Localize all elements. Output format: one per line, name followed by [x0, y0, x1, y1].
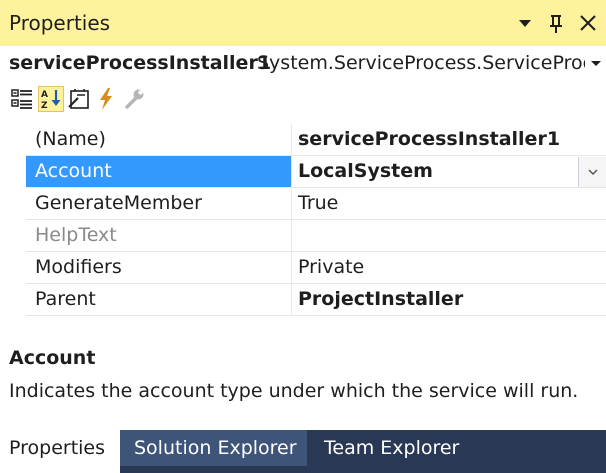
tool-window-tabs: Properties Solution Explorer Team Explor… — [0, 430, 606, 473]
alphabetical-icon: A Z — [41, 90, 61, 111]
object-name: serviceProcessInstaller1 — [9, 52, 272, 74]
window-title: Properties — [9, 11, 111, 35]
tab-properties[interactable]: Properties — [0, 430, 120, 466]
property-value: LocalSystem — [298, 160, 433, 182]
description-text: Indicates the account type under which t… — [9, 380, 579, 402]
property-row-generatemember[interactable]: GenerateMember True — [26, 188, 606, 220]
close-icon — [580, 15, 596, 31]
tab-team-explorer[interactable]: Team Explorer — [318, 430, 465, 466]
categorized-button[interactable] — [9, 86, 35, 112]
property-value[interactable] — [291, 220, 606, 252]
lightning-icon — [100, 88, 112, 110]
property-name: HelpText — [26, 220, 291, 252]
account-dropdown-button[interactable] — [578, 157, 606, 187]
close-button[interactable] — [576, 9, 600, 37]
chevron-down-icon — [587, 168, 598, 175]
property-value[interactable]: Private — [291, 252, 606, 284]
properties-toolbar: A Z — [0, 80, 606, 120]
property-value-field[interactable]: LocalSystem — [291, 156, 606, 188]
chevron-down-icon — [519, 20, 531, 27]
object-type: System.ServiceProcess.ServiceProcessInst… — [257, 52, 585, 74]
tab-solution-explorer[interactable]: Solution Explorer — [120, 430, 307, 466]
property-pages-button[interactable] — [121, 86, 147, 112]
categorized-icon — [11, 89, 32, 109]
property-grid: (Name) serviceProcessInstaller1 Account … — [0, 120, 606, 320]
property-row-helptext[interactable]: HelpText — [26, 220, 606, 252]
description-title: Account — [9, 347, 96, 369]
property-row-name[interactable]: (Name) serviceProcessInstaller1 — [26, 124, 606, 156]
grid-gutter — [0, 120, 26, 320]
property-name: (Name) — [26, 124, 291, 156]
description-pane: Account Indicates the account type under… — [0, 320, 606, 420]
property-name: Account — [26, 156, 291, 188]
properties-icon — [68, 89, 89, 109]
events-button[interactable] — [93, 86, 119, 112]
property-row-account[interactable]: Account LocalSystem — [26, 156, 606, 188]
property-name: Parent — [26, 284, 291, 316]
property-row-modifiers[interactable]: Modifiers Private — [26, 252, 606, 284]
window-options-button[interactable] — [514, 9, 536, 37]
properties-title-bar: Properties — [0, 0, 606, 46]
object-selector[interactable]: serviceProcessInstaller1 System.ServiceP… — [0, 46, 606, 80]
property-value[interactable]: serviceProcessInstaller1 — [291, 124, 606, 156]
property-name: GenerateMember — [26, 188, 291, 220]
svg-text:Z: Z — [41, 101, 48, 111]
properties-view-button[interactable] — [66, 86, 92, 112]
object-selector-dropdown[interactable] — [588, 54, 604, 72]
svg-text:A: A — [41, 90, 48, 100]
pin-icon — [550, 15, 562, 33]
wrench-icon — [125, 89, 144, 109]
chevron-down-icon — [591, 61, 601, 66]
property-value[interactable]: ProjectInstaller — [291, 284, 606, 316]
alphabetical-button[interactable]: A Z — [38, 86, 64, 112]
property-value[interactable]: True — [291, 188, 606, 220]
property-row-parent[interactable]: Parent ProjectInstaller — [26, 284, 606, 316]
pin-button[interactable] — [545, 9, 567, 37]
property-name: Modifiers — [26, 252, 291, 284]
